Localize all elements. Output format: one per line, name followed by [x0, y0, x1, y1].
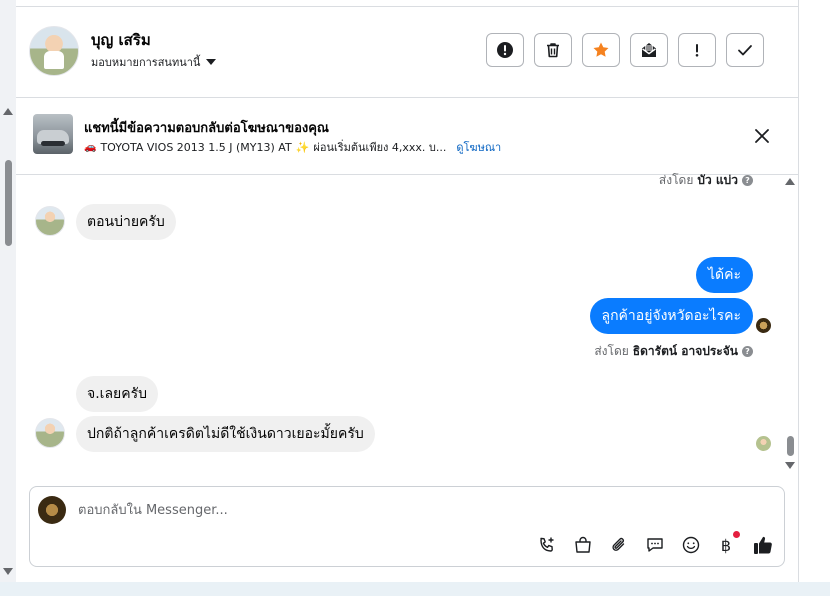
emoji-button[interactable]	[679, 533, 703, 557]
contact-details-sidebar	[799, 0, 830, 582]
sparkle-emoji: ✨	[295, 140, 310, 154]
car-emoji: 🚗	[84, 141, 97, 153]
star-button[interactable]	[582, 33, 620, 67]
outgoing-message: ลูกค้าอยู่จังหวัดอะไรคะ	[589, 298, 753, 334]
incoming-message: ปกติถ้าลูกค้าเครดิตไม่ดีใช้เงินดาวเยอะมั…	[76, 416, 375, 452]
notification-dot	[733, 531, 740, 538]
sent-by-label: ส่งโดย ธิดารัตน์ อาจประจัน ?	[594, 342, 753, 361]
paperclip-icon	[612, 537, 625, 551]
delete-button[interactable]	[534, 33, 572, 67]
ad-car-thumbnail[interactable]	[33, 114, 73, 154]
chat-scrollbar-thumb[interactable]	[787, 436, 794, 456]
attach-button[interactable]	[607, 533, 631, 557]
view-ad-link[interactable]: ดูโฆษณา	[456, 138, 501, 156]
star-icon	[593, 42, 609, 57]
baht-icon: ฿	[720, 535, 732, 555]
left-panel-strip	[0, 0, 17, 582]
chat-bubble-icon	[647, 538, 663, 552]
alert-circle-icon	[497, 42, 513, 58]
smiley-icon	[682, 536, 700, 554]
ad-banner-description: 🚗 TOYOTA VIOS 2013 1.5 J (MY13) AT ✨ ผ่อ…	[84, 138, 501, 156]
exclamation-icon	[695, 44, 699, 57]
ad-banner-title: แชทนี้มีข้อความตอบกลับต่อโฆษณาของคุณ	[84, 121, 329, 136]
like-button[interactable]	[751, 533, 775, 557]
phone-plus-icon	[540, 537, 554, 552]
ad-description-tail: ผ่อนเริ่มต้นเพียง 4,xxx. บ...	[313, 141, 447, 154]
assign-conversation-dropdown[interactable]: มอบหมายการสนทนานี้	[91, 53, 217, 71]
sent-by-prefix: ส่งโดย	[658, 173, 694, 187]
outgoing-message: ได้ค่ะ	[695, 257, 753, 293]
ad-description-text: TOYOTA VIOS 2013 1.5 J (MY13) AT	[100, 140, 292, 154]
thumbs-up-icon	[754, 536, 772, 554]
chevron-down-icon	[206, 59, 217, 65]
incoming-message: จ.เลยครับ	[76, 376, 158, 412]
reply-composer[interactable]	[29, 486, 785, 567]
sent-by-prefix: ส่งโดย	[594, 344, 629, 358]
saved-replies-button[interactable]	[643, 533, 667, 557]
shopping-bag-icon	[575, 536, 591, 553]
sender-name: บัว แบ่ว	[697, 173, 738, 187]
mark-done-button[interactable]	[726, 33, 764, 67]
window-bottom-band	[0, 582, 830, 596]
contact-name[interactable]: บุญ เสริม	[91, 28, 151, 52]
help-icon[interactable]: ?	[742, 175, 753, 186]
panel-top-divider	[16, 6, 798, 7]
shop-button[interactable]	[571, 533, 595, 557]
contact-read-receipt-avatar	[756, 436, 771, 451]
sent-by-label: ส่งโดย บัว แบ่ว ?	[659, 171, 753, 190]
mark-unread-button[interactable]	[630, 33, 668, 67]
checkmark-icon	[738, 45, 752, 56]
incoming-message: ตอนบ่ายครับ	[76, 204, 176, 240]
left-scroll-up-arrow[interactable]	[3, 108, 13, 115]
contact-avatar-small	[35, 418, 65, 448]
envelope-icon	[642, 43, 656, 57]
page-avatar	[38, 496, 66, 524]
follow-up-button[interactable]	[678, 33, 716, 67]
contact-avatar-small	[35, 206, 65, 236]
page-read-receipt-avatar	[756, 318, 771, 333]
left-scrollbar-thumb[interactable]	[5, 160, 12, 246]
sender-name: ธิดารัตน์ อาจประจัน	[632, 344, 738, 358]
close-icon[interactable]	[752, 126, 772, 146]
left-scroll-down-arrow[interactable]	[3, 568, 13, 575]
header-divider	[16, 97, 798, 98]
reply-input[interactable]	[78, 500, 678, 520]
chat-scroll-up-arrow[interactable]	[785, 178, 795, 185]
chat-scroll-down-arrow[interactable]	[785, 462, 795, 469]
call-button[interactable]	[535, 533, 559, 557]
contact-avatar[interactable]	[29, 26, 79, 76]
trash-icon	[547, 43, 559, 58]
mark-spam-button[interactable]	[486, 33, 524, 67]
help-icon[interactable]: ?	[742, 346, 753, 357]
assign-label: มอบหมายการสนทนานี้	[91, 56, 201, 69]
